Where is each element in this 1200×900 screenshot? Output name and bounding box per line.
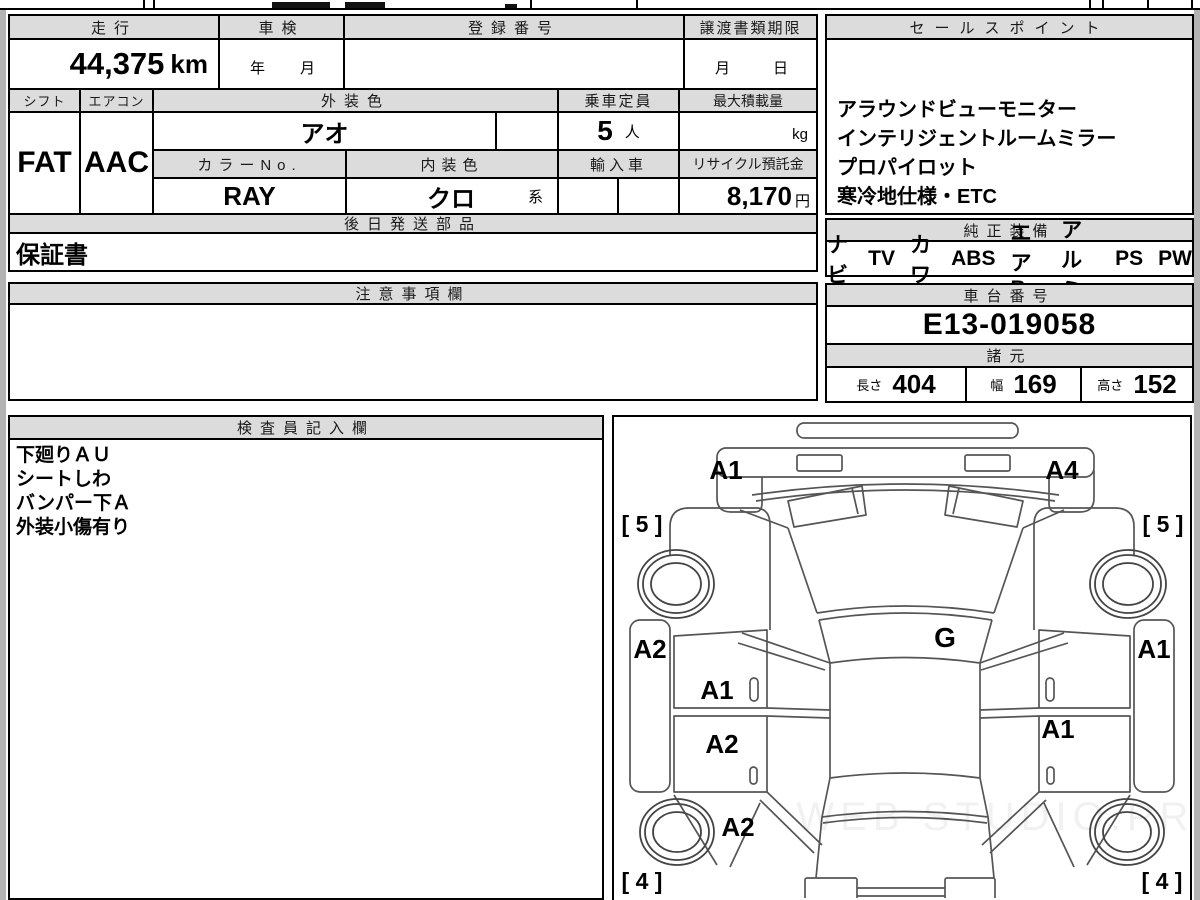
- scan-edge-left: [0, 0, 6, 900]
- transfer-deadline-header: 譲渡書類期限: [683, 14, 818, 40]
- shaken-header: 車検: [218, 14, 345, 40]
- equipment-item: PS: [1115, 246, 1144, 270]
- spec-length: 長さ 404: [825, 366, 967, 403]
- sales-point-line: 寒冷地仕様・ETC: [837, 186, 997, 208]
- exterior-color-header: 外装色: [152, 88, 559, 113]
- exterior-color-value: アオ: [152, 111, 497, 151]
- registration-header: 登録番号: [343, 14, 685, 40]
- cutoff-row: [0, 0, 1200, 10]
- door-handle: [1045, 677, 1055, 702]
- roof-strip: [796, 422, 1019, 439]
- sales-point-line: アラウンドビューモニター: [837, 99, 1077, 121]
- sales-point-line: プロパイロット: [837, 157, 977, 179]
- inspector-line: 下廻りＡＵ: [16, 445, 112, 466]
- inspector-line: シートしわ: [16, 469, 112, 490]
- grade-label-door-right: A1: [1041, 714, 1074, 744]
- mileage-header: 走行: [8, 14, 220, 40]
- inspector-header: 検査員記入欄: [8, 415, 604, 440]
- grade-label-front-door-left: A1: [700, 675, 733, 705]
- scan-edge-right: [1194, 0, 1200, 900]
- bumper-sensor-left: [796, 454, 843, 472]
- import-cell-1: [557, 177, 619, 215]
- windshield: [818, 619, 831, 664]
- sales-point-line: インテリジェントルームミラー: [837, 128, 1117, 150]
- grade-label-rear-door-left: A2: [705, 729, 738, 759]
- inspector-line: 外装小傷有り: [16, 517, 131, 538]
- aircon-header: エアコン: [79, 88, 154, 113]
- tire-grade-rear-left: [ 4 ]: [622, 868, 663, 894]
- front-bumper: [716, 447, 1095, 478]
- grade-label-glass: G: [934, 622, 956, 653]
- grade-label-bumper-right: A4: [1045, 455, 1079, 485]
- grade-label-rocker-right: A1: [1137, 634, 1170, 664]
- bumper-sensor-right: [964, 454, 1011, 472]
- watermark: WEB STUDIO.PRO: [796, 795, 1190, 839]
- later-parts-header: 後日発送部品: [8, 213, 818, 234]
- notes-box: [8, 303, 818, 401]
- roof-rear-edge: [829, 772, 981, 779]
- capacity-header: 乗車定員: [557, 88, 680, 113]
- interior-color-header: 内装色: [345, 149, 559, 179]
- registration-value-cell: [343, 38, 685, 90]
- interior-color-value: クロ系: [345, 177, 559, 215]
- notes-header: 注意事項欄: [8, 282, 818, 305]
- recycle-value: 8,170 円: [678, 177, 818, 215]
- door-handle: [749, 677, 759, 702]
- tire-grade-front-left: [ 5 ]: [622, 511, 663, 537]
- equipment-item: ABS: [951, 246, 996, 270]
- chassis-value: E13-019058: [825, 305, 1194, 345]
- shift-header: シフト: [8, 88, 81, 113]
- grade-label-rocker-left: A2: [633, 634, 666, 664]
- later-parts-value: 保証書: [8, 232, 818, 272]
- exterior-color-extra-cell: [495, 111, 559, 151]
- max-load-value: kg: [678, 111, 818, 151]
- aircon-value: AAC: [79, 111, 154, 215]
- equipment-item: TV: [868, 246, 895, 270]
- shift-value: FAT: [8, 111, 81, 215]
- color-no-header: カラーNo.: [152, 149, 347, 179]
- import-cell-2: [617, 177, 680, 215]
- car-diagram-box: WEB STUDIO.PRO A1 A4 G A2 A1 A1 A2 A1 A2…: [612, 415, 1200, 900]
- inspector-box: 下廻りＡＵ シートしわ バンパー下Ａ 外装小傷有り: [8, 438, 604, 900]
- auction-sheet: 走行 車検 登録番号 譲渡書類期限 44,375 km 年月 月日 シフト エアコ…: [0, 0, 1200, 900]
- cutoff-glyph-fragment: [272, 2, 330, 8]
- color-no-value: RAY: [152, 177, 347, 215]
- recycle-header: リサイクル預託金: [678, 149, 818, 179]
- grade-label-quarter-left: A2: [721, 812, 754, 842]
- transfer-date-cell: 月日: [683, 38, 818, 90]
- door-handle: [749, 766, 758, 785]
- inspector-line: バンパー下Ａ: [16, 493, 131, 514]
- spec-height: 高さ 152: [1080, 366, 1194, 403]
- tire-grade-front-right: [ 5 ]: [1143, 511, 1184, 537]
- grade-label-bumper-left: A1: [709, 455, 742, 485]
- shaken-date-cell: 年月: [218, 38, 345, 90]
- sales-points-header: セールスポイント: [825, 14, 1194, 40]
- chassis-header: 車台番号: [825, 283, 1194, 307]
- spec-width: 幅 169: [965, 366, 1082, 403]
- import-header: 輸入車: [557, 149, 680, 179]
- equipment-item: ナビ: [827, 233, 848, 287]
- specs-header: 諸元: [825, 343, 1194, 368]
- sales-points-box: アラウンドビューモニター インテリジェントルームミラー プロパイロット 寒冷地仕…: [825, 38, 1194, 215]
- car-diagram: WEB STUDIO.PRO A1 A4 G A2 A1 A1 A2 A1 A2…: [622, 422, 1200, 900]
- cutoff-glyph-fragment: [505, 4, 517, 8]
- equipment-item: PW: [1158, 246, 1192, 270]
- capacity-value: 5人: [557, 111, 680, 151]
- headlight-left: [787, 485, 867, 528]
- max-load-header: 最大積載量: [678, 88, 818, 113]
- cutoff-glyph-fragment: [345, 2, 385, 8]
- equipment-row: ナビTVカワABSエアBアルミPSPW: [825, 219, 1194, 302]
- door-front-right: [1038, 629, 1131, 709]
- mileage-value: 44,375 km: [8, 38, 220, 90]
- equipment-item: カワ: [909, 233, 931, 287]
- tire-grade-rear-right: [ 4 ]: [1142, 868, 1183, 894]
- door-handle: [1046, 766, 1055, 785]
